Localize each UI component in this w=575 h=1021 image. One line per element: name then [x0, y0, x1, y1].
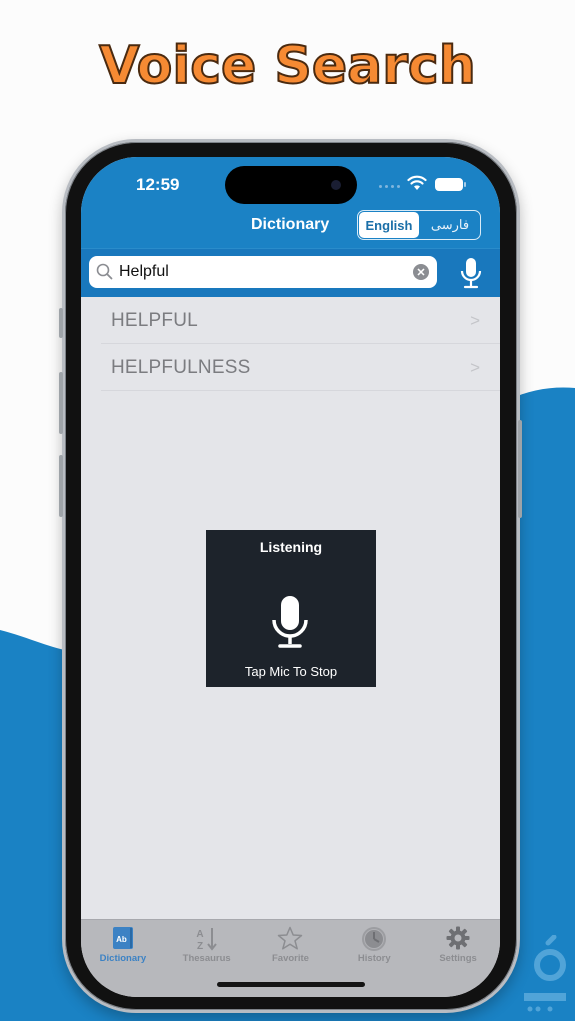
- side-button-mute: [59, 308, 63, 338]
- search-bar: ✕: [89, 256, 437, 288]
- status-time: 12:59: [136, 175, 180, 194]
- chevron-right-icon: >: [470, 311, 480, 330]
- tab-label: Favorite: [272, 953, 309, 964]
- clear-search-button[interactable]: ✕: [413, 264, 429, 280]
- result-word: HELPFUL: [111, 310, 198, 331]
- segment-english[interactable]: English: [359, 212, 419, 238]
- voice-search-button[interactable]: [451, 255, 491, 291]
- tab-label: Settings: [439, 953, 477, 964]
- list-item[interactable]: HELPFUL >: [101, 297, 500, 344]
- result-word: HELPFULNESS: [111, 357, 251, 378]
- results-list: HELPFUL > HELPFULNESS >: [81, 297, 500, 391]
- microphone-icon[interactable]: [271, 594, 309, 650]
- nav-title: Dictionary: [251, 216, 330, 233]
- list-item[interactable]: HELPFULNESS >: [101, 344, 500, 391]
- tab-label: Dictionary: [99, 953, 147, 964]
- search-row: ✕: [81, 248, 500, 297]
- search-icon: [96, 263, 113, 280]
- camera-icon: [331, 180, 341, 190]
- tab-label: History: [357, 953, 391, 964]
- svg-text:Ab: Ab: [116, 935, 127, 944]
- watermark-logo: [524, 935, 566, 1012]
- star-icon: [278, 926, 303, 950]
- listening-overlay[interactable]: Listening Tap Mic To Stop: [206, 530, 376, 687]
- gear-icon: [446, 926, 470, 950]
- side-button-power: [518, 420, 522, 518]
- side-button-volume-up: [59, 372, 63, 434]
- home-indicator[interactable]: [217, 982, 365, 987]
- clear-circle-icon: ✕: [416, 266, 426, 279]
- battery-tip: [464, 182, 466, 187]
- chevron-right-icon: >: [470, 358, 480, 377]
- clock-icon: [362, 927, 387, 951]
- side-button-volume-down: [59, 455, 63, 517]
- tab-settings[interactable]: Settings: [416, 920, 500, 997]
- battery-icon: [435, 178, 463, 191]
- microphone-icon: [460, 258, 482, 289]
- wifi-icon: [407, 175, 427, 190]
- dynamic-island: [225, 166, 357, 204]
- tab-dictionary[interactable]: Ab Dictionary: [81, 920, 165, 997]
- listening-title: Listening: [259, 539, 323, 555]
- svg-text:Z: Z: [197, 941, 203, 952]
- segment-farsi[interactable]: فارسی: [420, 211, 480, 239]
- search-input[interactable]: [119, 260, 409, 284]
- cellular-signal-icon: [379, 185, 400, 188]
- tab-label: Thesaurus: [182, 953, 231, 964]
- listening-hint: Tap Mic To Stop: [244, 664, 338, 679]
- dictionary-book-icon: Ab: [112, 927, 133, 949]
- top-bar: 12:59 Dictionary English فارسی ✕: [81, 157, 500, 297]
- promo-headline: Voice Search: [98, 35, 476, 97]
- phone-screen: 12:59 Dictionary English فارسی ✕: [81, 157, 500, 997]
- language-segmented-control: English فارسی: [357, 210, 481, 240]
- svg-text:A: A: [196, 929, 203, 940]
- sort-az-icon: A Z: [196, 928, 217, 952]
